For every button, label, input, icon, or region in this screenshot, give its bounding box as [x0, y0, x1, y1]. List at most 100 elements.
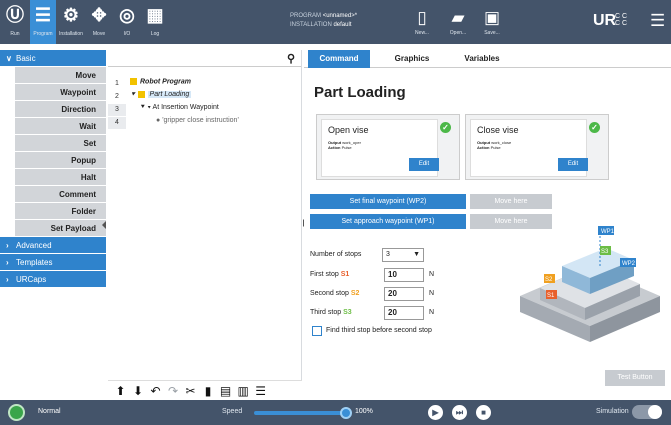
- command-wait[interactable]: Wait: [15, 118, 106, 135]
- category-advanced[interactable]: › Advanced: [0, 237, 106, 254]
- line-number: 4: [108, 117, 126, 129]
- tree-node-gripper-close[interactable]: ● 'gripper close instruction': [156, 117, 239, 124]
- chevron-down-icon: ∨: [6, 54, 12, 63]
- expand-icon[interactable]: ⯆: [130, 91, 138, 98]
- collapse-left-arrow-icon[interactable]: [102, 221, 106, 229]
- save-button[interactable]: ▣ Save...: [478, 6, 506, 36]
- cut-icon[interactable]: ✂: [183, 383, 198, 399]
- program-icon: ☰: [34, 5, 52, 25]
- third-stop-input[interactable]: 20: [384, 306, 424, 320]
- tab-log[interactable]: ▦ Log: [142, 0, 168, 44]
- log-icon: ▦: [146, 5, 164, 25]
- line-number: 1: [108, 78, 126, 90]
- program-info: PROGRAM <unnamed>* INSTALLATION default: [290, 13, 358, 28]
- tree-node-robot-program[interactable]: Robot Program: [130, 78, 191, 85]
- check-icon: ✓: [440, 122, 451, 133]
- stop-button[interactable]: ■: [476, 405, 491, 420]
- command-panel: Command Graphics Variables Part Loading …: [304, 50, 671, 400]
- unit-label: N: [429, 309, 435, 316]
- category-templates[interactable]: › Templates: [0, 254, 106, 271]
- tab-move[interactable]: ✥ Move: [86, 0, 112, 44]
- card-title: Close vise: [477, 125, 519, 135]
- simulation-label: Simulation: [596, 408, 629, 415]
- program-tree: ⚲ 1 Robot Program 2 ⯆ Part Loading 3 ⯆ ▾…: [108, 50, 302, 400]
- chevron-right-icon: ›: [6, 241, 9, 250]
- edit-button[interactable]: Edit: [558, 158, 588, 171]
- tab-run[interactable]: Ⓤ Run: [2, 0, 28, 44]
- s1-label: S1: [547, 293, 555, 299]
- paste-icon[interactable]: ▤: [218, 383, 233, 399]
- new-button[interactable]: ▯ New...: [408, 6, 436, 36]
- tab-command[interactable]: Command: [308, 50, 370, 68]
- power-status-icon[interactable]: [8, 404, 25, 421]
- card-title: Open vise: [328, 125, 369, 135]
- unit-label: N: [429, 290, 435, 297]
- command-move[interactable]: Move: [15, 67, 106, 84]
- speed-slider[interactable]: [254, 411, 346, 415]
- edit-button[interactable]: Edit: [409, 158, 439, 171]
- undo-icon[interactable]: ↶: [148, 383, 163, 399]
- suppress-icon[interactable]: ☰: [253, 383, 268, 399]
- step-button[interactable]: ⏭: [452, 405, 467, 420]
- speed-slider-handle[interactable]: [340, 407, 352, 419]
- command-halt[interactable]: Halt: [15, 169, 106, 186]
- first-stop-input[interactable]: 10: [384, 268, 424, 282]
- folder-icon: ▰: [451, 8, 465, 27]
- search-icon[interactable]: ⚲: [287, 52, 295, 65]
- first-stop-label: First stop S1: [310, 271, 350, 278]
- command-waypoint[interactable]: Waypoint: [15, 84, 106, 101]
- chevron-right-icon: ›: [6, 275, 9, 284]
- expand-icon[interactable]: ⯆: [140, 104, 148, 111]
- bottom-bar: Normal Speed 100% ▶ ⏭ ■ Simulation: [0, 400, 671, 425]
- third-stop-label: Third stop S3: [310, 309, 352, 316]
- command-comment[interactable]: Comment: [15, 186, 106, 203]
- tree-node-part-loading[interactable]: ⯆ Part Loading: [130, 91, 192, 99]
- num-stops-select[interactable]: 3 ▼: [382, 248, 424, 262]
- card-details: Output work_oper Action Pulse: [328, 140, 361, 150]
- delete-icon[interactable]: ▥: [236, 383, 251, 399]
- test-button[interactable]: Test Button: [605, 370, 665, 386]
- tree-node-at-insertion-waypoint[interactable]: ⯆ ▾ At Insertion Waypoint: [140, 104, 219, 112]
- command-set[interactable]: Set: [15, 135, 106, 152]
- command-direction[interactable]: Direction: [15, 101, 106, 118]
- find-third-stop-checkbox[interactable]: [312, 326, 322, 336]
- category-basic[interactable]: ∨ Basic: [0, 50, 106, 67]
- cc-icon: C C C C: [615, 13, 628, 27]
- move-here-wp2-button[interactable]: Move here: [470, 194, 552, 209]
- command-set-payload[interactable]: Set Payload: [15, 220, 106, 237]
- move-down-icon[interactable]: ⬇: [131, 383, 146, 399]
- ur-brand-logo: UR: [593, 12, 617, 29]
- caret-down-icon: ▼: [413, 251, 420, 258]
- category-urcaps[interactable]: › URCaps: [0, 271, 106, 288]
- tab-variables[interactable]: Variables: [452, 50, 512, 68]
- tab-installation[interactable]: ⚙ Installation: [58, 0, 84, 44]
- hamburger-menu-icon[interactable]: ☰: [650, 11, 665, 31]
- wp2-label: WP2: [622, 261, 636, 267]
- s3-label: S3: [601, 249, 609, 255]
- set-final-waypoint-button[interactable]: Set final waypoint (WP2): [310, 194, 466, 209]
- tab-program[interactable]: ☰ Program: [30, 0, 56, 44]
- open-button[interactable]: ▰ Open...: [444, 6, 472, 36]
- line-number: 3: [108, 104, 126, 116]
- command-folder[interactable]: Folder: [15, 203, 106, 220]
- second-stop-input[interactable]: 20: [384, 287, 424, 301]
- copy-icon[interactable]: ▮: [201, 383, 216, 399]
- page-title: Part Loading: [314, 84, 406, 101]
- wp1-label: WP1: [601, 229, 615, 235]
- redo-icon[interactable]: ↷: [166, 383, 181, 399]
- move-icon: ✥: [91, 5, 107, 25]
- check-icon: ✓: [589, 122, 600, 133]
- card-details: Output work_close Action Pulse: [477, 140, 512, 150]
- command-sidebar: ∨ Basic Move Waypoint Direction Wait Set …: [0, 50, 106, 400]
- command-popup[interactable]: Popup: [15, 152, 106, 169]
- move-up-icon[interactable]: ⬆: [113, 383, 128, 399]
- tab-io[interactable]: ◎ I/O: [114, 0, 140, 44]
- play-button[interactable]: ▶: [428, 405, 443, 420]
- set-approach-waypoint-button[interactable]: Set approach waypoint (WP1): [310, 214, 466, 229]
- tab-graphics[interactable]: Graphics: [382, 50, 442, 68]
- find-third-stop-label: Find third stop before second stop: [326, 327, 432, 334]
- simulation-toggle[interactable]: [632, 405, 662, 419]
- save-icon: ▣: [483, 8, 501, 27]
- tree-header: ⚲: [108, 50, 301, 67]
- s2-label: S2: [545, 277, 553, 283]
